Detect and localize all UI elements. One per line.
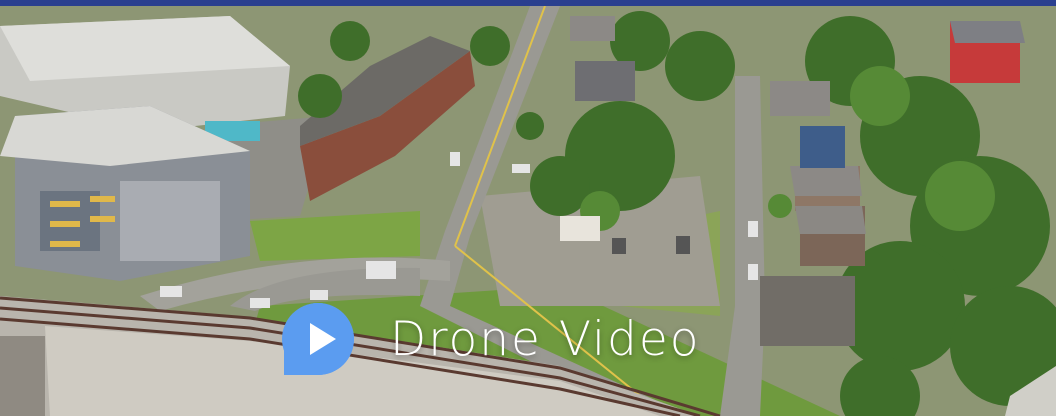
drone-video-banner[interactable]: Drone Video <box>0 0 1056 416</box>
play-icon[interactable] <box>280 301 356 377</box>
drone-video-play-link[interactable]: Drone Video <box>280 301 701 377</box>
drone-video-label: Drone Video <box>390 311 701 367</box>
